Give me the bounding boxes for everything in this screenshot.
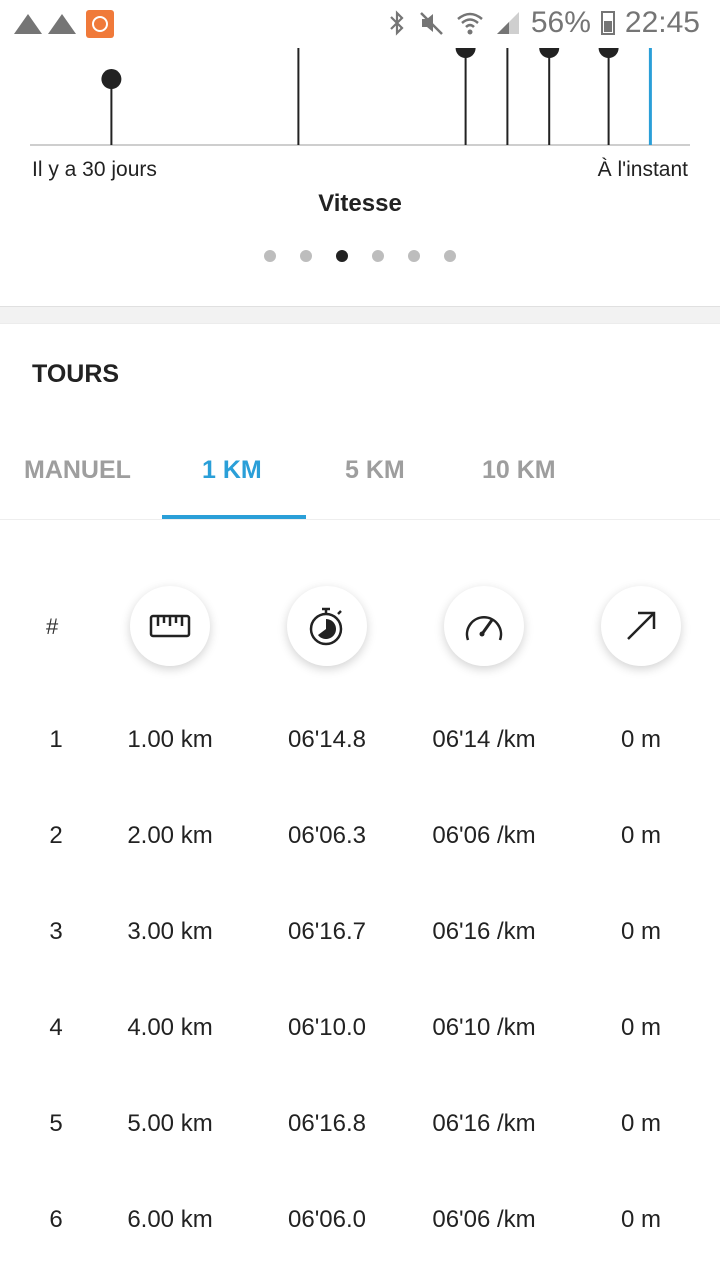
pager-dot[interactable] [372, 250, 384, 262]
chart-point [539, 48, 560, 58]
table-row[interactable]: 1 1.00 km 06'14.8 06'14 /km 0 m [0, 726, 720, 786]
table-row[interactable]: 3 3.00 km 06'16.7 06'16 /km 0 m [0, 918, 720, 978]
lap-number: 1 [49, 726, 63, 753]
mi-app-icon [86, 10, 114, 38]
lap-distance: 2.00 km [127, 822, 213, 849]
x-axis-start-label: Il y a 30 jours [32, 158, 157, 181]
mute-icon [419, 12, 443, 35]
table-row[interactable]: 4 4.00 km 06'10.0 06'10 /km 0 m [0, 1014, 720, 1074]
pace-sort-button[interactable] [444, 586, 524, 666]
lap-number: 6 [49, 1206, 63, 1233]
bluetooth-icon [390, 10, 404, 36]
arrow-up-right-icon [627, 611, 656, 640]
speedometer-icon [465, 616, 503, 641]
lap-time: 06'06.3 [288, 822, 366, 849]
table-row[interactable]: 6 6.00 km 06'06.0 06'06 /km 0 m [0, 1206, 720, 1266]
chart-plot [30, 48, 690, 146]
wifi-icon [457, 12, 483, 35]
warning-triangle-icon [48, 14, 76, 34]
lap-ascent: 0 m [620, 1014, 661, 1041]
lap-distance: 5.00 km [127, 1110, 213, 1137]
lap-pace: 06'06 /km [432, 1206, 536, 1233]
speed-chart[interactable]: Il y a 30 jours À l'instant Vitesse [0, 48, 720, 308]
ruler-icon [149, 614, 191, 638]
lap-time: 06'16.7 [288, 918, 366, 945]
table-row[interactable]: 2 2.00 km 06'06.3 06'06 /km 0 m [0, 822, 720, 882]
pager-dot[interactable] [444, 250, 456, 262]
pager-dot[interactable] [336, 250, 348, 262]
lap-pace: 06'16 /km [432, 1110, 536, 1137]
lap-number: 2 [49, 822, 63, 849]
lap-ascent: 0 m [620, 1206, 661, 1233]
warning-triangle-icon [14, 14, 42, 34]
laps-header: # [0, 586, 720, 666]
pager-dot[interactable] [408, 250, 420, 262]
lap-time: 06'16.8 [288, 1110, 366, 1137]
lap-pace: 06'14 /km [432, 726, 536, 753]
clock: 22:45 [624, 6, 700, 39]
tours-heading: TOURS [32, 360, 120, 388]
status-bar: 56% 22:45 [0, 0, 720, 48]
lap-time: 06'06.0 [288, 1206, 366, 1233]
lap-pace: 06'06 /km [432, 822, 536, 849]
lap-ascent: 0 m [620, 822, 661, 849]
lap-ascent: 0 m [620, 918, 661, 945]
notification-icons [14, 10, 114, 38]
lap-distance: 6.00 km [127, 1206, 213, 1233]
lap-distance: 3.00 km [127, 918, 213, 945]
tours-tabs: MANUEL 1 KM 5 KM 10 KM [0, 420, 720, 520]
lap-ascent: 0 m [620, 1110, 661, 1137]
section-divider [0, 306, 720, 324]
lap-pace: 06'10 /km [432, 1014, 536, 1041]
chart-pager[interactable] [0, 250, 720, 262]
system-status: 56% 22:45 [387, 6, 700, 40]
signal-icon [496, 12, 519, 34]
ascent-sort-button[interactable] [601, 586, 681, 666]
pager-dot[interactable] [264, 250, 276, 262]
x-axis-end-label: À l'instant [597, 158, 688, 181]
chart-point [598, 48, 619, 58]
tab-1km[interactable]: 1 KM [202, 456, 262, 485]
chart-point [101, 69, 122, 90]
active-tab-indicator [162, 515, 306, 519]
lap-distance: 4.00 km [127, 1014, 213, 1041]
lap-number: 3 [49, 918, 63, 945]
distance-sort-button[interactable] [130, 586, 210, 666]
lap-number-header: # [46, 614, 59, 639]
battery-icon [600, 11, 615, 35]
time-sort-button[interactable] [287, 586, 367, 666]
tab-5km[interactable]: 5 KM [345, 456, 405, 485]
lap-distance: 1.00 km [127, 726, 213, 753]
lap-number: 5 [49, 1110, 63, 1137]
pager-dot[interactable] [300, 250, 312, 262]
lap-number: 4 [49, 1014, 63, 1041]
chart-title: Vitesse [318, 190, 402, 217]
lap-ascent: 0 m [620, 726, 661, 753]
lap-time: 06'14.8 [288, 726, 366, 753]
chart-point [455, 48, 476, 58]
tab-manual[interactable]: MANUEL [24, 456, 131, 485]
lap-pace: 06'16 /km [432, 918, 536, 945]
lap-time: 06'10.0 [288, 1014, 366, 1041]
battery-percent: 56% [530, 6, 591, 39]
tab-10km[interactable]: 10 KM [482, 456, 556, 485]
table-row[interactable]: 5 5.00 km 06'16.8 06'16 /km 0 m [0, 1110, 720, 1170]
stopwatch-icon [309, 607, 343, 646]
